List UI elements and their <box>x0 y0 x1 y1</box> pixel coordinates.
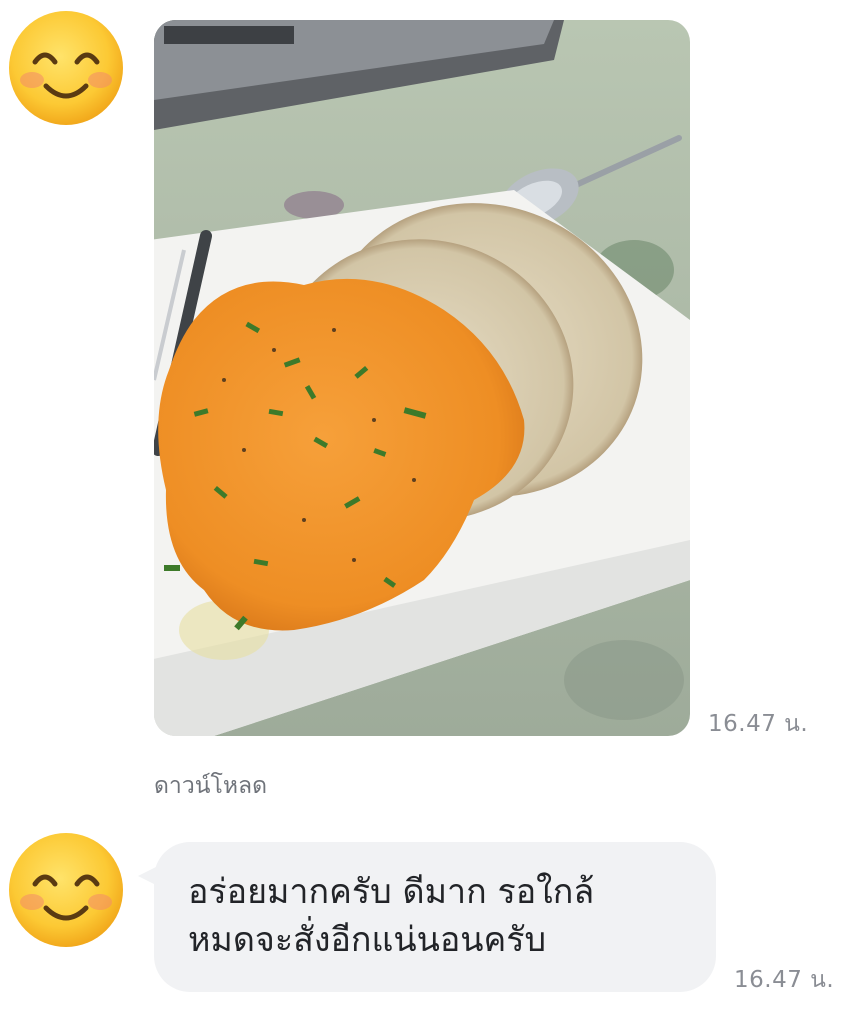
food-photo[interactable] <box>154 20 690 736</box>
smiling-face-emoji-icon <box>9 833 123 947</box>
smiling-face-emoji-icon <box>9 11 123 125</box>
message-timestamp: 16.47 น. <box>734 967 835 993</box>
message-text-line: หมดจะสั่งอีกแน่นอนครับ <box>188 920 547 960</box>
food-photo-image <box>154 20 690 736</box>
message-timestamp: 16.47 น. <box>708 711 809 737</box>
sender-avatar[interactable] <box>8 10 124 126</box>
message-bubble[interactable]: อร่อยมากครับ ดีมาก รอใกล้ หมดจะสั่งอีกแน… <box>154 842 716 992</box>
sender-avatar[interactable] <box>8 832 124 948</box>
message-text-line: อร่อยมากครับ ดีมาก รอใกล้ <box>188 872 595 912</box>
chat-thread: 16.47 น. ดาวน์โหลด อร่อยมากครับ ดีมาก รอ… <box>0 0 862 1028</box>
download-link[interactable]: ดาวน์โหลด <box>154 768 267 804</box>
